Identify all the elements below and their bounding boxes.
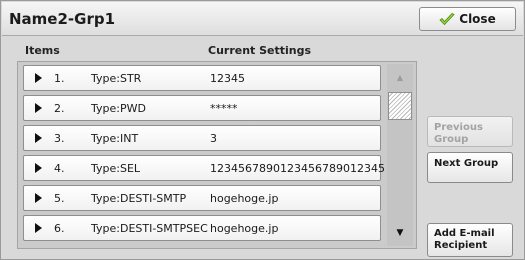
title-bar: Name2-Grp1 Close	[2, 2, 523, 36]
list-item[interactable]: 1. Type:STR 12345	[23, 65, 381, 91]
item-type: Type:PWD	[91, 102, 146, 115]
item-number: 5.	[54, 192, 65, 205]
dialog-title: Name2-Grp1	[9, 10, 116, 28]
next-group-label: Next Group	[434, 158, 499, 169]
item-type: Type:SEL	[91, 162, 141, 175]
add-email-recipient-button[interactable]: Add E-mail Recipient	[427, 223, 513, 257]
item-value: hogehoge.jp	[210, 222, 279, 235]
item-type: Type:DESTI-SMTP	[91, 192, 187, 205]
list-item[interactable]: 3. Type:INT 3	[23, 125, 381, 151]
previous-group-label: Previous Group	[434, 122, 483, 145]
scroll-up-button[interactable]: ▲	[387, 64, 413, 90]
item-number: 2.	[54, 102, 65, 115]
triangle-right-icon	[35, 133, 42, 143]
triangle-right-icon	[35, 193, 42, 203]
item-type: Type:STR	[91, 72, 142, 85]
triangle-right-icon	[35, 73, 42, 83]
item-number: 1.	[54, 72, 65, 85]
list-item[interactable]: 2. Type:PWD *****	[23, 95, 381, 121]
item-value: 12345	[210, 72, 245, 85]
arrow-up-icon: ▲	[396, 72, 404, 82]
checkmark-icon	[439, 12, 455, 25]
list-item[interactable]: 5. Type:DESTI-SMTP hogehoge.jp	[23, 185, 381, 211]
column-header-current-settings: Current Settings	[208, 44, 312, 57]
list-item[interactable]: 6. Type:DESTI-SMTPSEC hogehoge.jp	[23, 215, 381, 241]
item-value: hogehoge.jp	[210, 192, 279, 205]
next-group-button[interactable]: Next Group	[427, 152, 513, 183]
previous-group-button[interactable]: Previous Group	[427, 116, 513, 147]
item-number: 6.	[54, 222, 65, 235]
list-item[interactable]: 4. Type:SEL 1234567890123456789012345	[23, 155, 385, 181]
column-header-items: Items	[25, 44, 60, 57]
item-value: 3	[210, 132, 217, 145]
close-button[interactable]: Close	[419, 7, 516, 31]
scroll-down-button[interactable]: ▼	[387, 220, 413, 246]
item-type: Type:DESTI-SMTPSEC	[91, 222, 208, 235]
arrow-down-icon: ▼	[396, 228, 404, 238]
scrollbar-thumb[interactable]	[388, 92, 412, 120]
close-button-label: Close	[459, 12, 496, 26]
item-value: 1234567890123456789012345	[210, 162, 385, 175]
item-number: 4.	[54, 162, 65, 175]
dialog-frame: Name2-Grp1 Close Items Current Settings …	[0, 0, 525, 260]
item-value: *****	[210, 102, 238, 115]
scrollbar[interactable]: ▲ ▼	[387, 64, 413, 246]
add-email-recipient-label: Add E-mail Recipient	[434, 228, 495, 251]
items-list: 1. Type:STR 12345 2. Type:PWD ***** 3. T…	[17, 61, 417, 249]
item-type: Type:INT	[91, 132, 139, 145]
triangle-right-icon	[35, 103, 42, 113]
item-number: 3.	[54, 132, 65, 145]
triangle-right-icon	[35, 223, 42, 233]
triangle-right-icon	[35, 163, 42, 173]
